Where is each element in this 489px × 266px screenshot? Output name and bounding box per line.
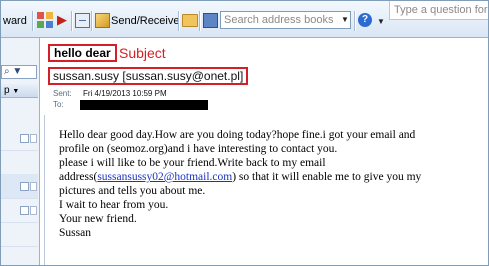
message-header: hello dear Subject sussan.susy [sussan.s… — [40, 38, 488, 112]
folder-icon[interactable] — [182, 14, 198, 27]
body-line: Sussan — [59, 227, 91, 239]
categorize-icon[interactable] — [37, 12, 53, 28]
toolbar-options-icon[interactable]: ▼ — [377, 17, 385, 26]
rules-icon[interactable] — [75, 13, 90, 28]
body-line: please i will like to be your friend.Wri… — [59, 157, 326, 169]
list-item[interactable] — [1, 174, 38, 199]
message-list-pane: ⌕ ▼ p ▼ — [1, 38, 40, 265]
flag-icon[interactable] — [30, 134, 37, 143]
toolbar-separator — [178, 11, 180, 31]
body-line: pictures and tells you about me. — [59, 185, 206, 197]
message-subject: hello dear — [54, 46, 111, 60]
body-line: address(sussansussy02@hotmail.com) so th… — [59, 170, 479, 184]
flag-icon[interactable] — [30, 206, 37, 215]
email-link[interactable]: sussansussy02@hotmail.com — [97, 171, 232, 183]
address-book-icon[interactable] — [203, 13, 218, 28]
help-icon[interactable]: ? — [358, 13, 372, 27]
arrange-by-label: p — [4, 85, 10, 96]
checkbox-icon[interactable] — [20, 206, 29, 215]
body-line: profile on (seomoz.org)and i have intere… — [59, 143, 338, 155]
body-line: Hello dear good day.How are you doing to… — [59, 129, 416, 141]
flag-icon[interactable]: ▶ — [54, 12, 70, 28]
message-body: Hello dear good day.How are you doing to… — [59, 128, 479, 240]
address-book-search-input[interactable]: Search address books — [220, 11, 351, 29]
checkbox-icon[interactable] — [20, 182, 29, 191]
recipient-redacted — [80, 100, 208, 110]
forward-button[interactable]: ward — [3, 13, 27, 29]
sender-highlight: sussan.susy [sussan.susy@onet.pl] — [48, 67, 249, 85]
subject-annotation: Subject — [119, 45, 166, 61]
body-line: I wait to hear from you. — [59, 199, 169, 211]
toolbar-separator — [91, 11, 93, 31]
help-question-input[interactable]: Type a question for help — [389, 1, 488, 20]
subject-highlight: hello dear — [48, 44, 117, 62]
send-receive-icon[interactable] — [95, 13, 110, 28]
toolbar-separator — [199, 11, 201, 31]
sent-value: Fri 4/19/2013 10:59 PM — [83, 89, 167, 98]
arrange-by-header[interactable]: p ▼ — [1, 84, 38, 98]
list-item[interactable] — [1, 198, 38, 223]
reading-pane-body: Hello dear good day.How are you doing to… — [44, 115, 488, 265]
message-sender[interactable]: sussan.susy [sussan.susy@onet.pl] — [53, 69, 243, 83]
to-label: To: — [53, 100, 64, 109]
body-line: Your new friend. — [59, 213, 137, 225]
list-item[interactable] — [1, 222, 38, 247]
list-item[interactable] — [1, 150, 38, 175]
toolbar-separator — [32, 11, 34, 31]
body-text-fragment: ) so that it will enable me to give you … — [232, 171, 422, 183]
toolbar-separator — [354, 11, 356, 31]
list-item[interactable] — [1, 246, 38, 265]
search-dropdown-icon[interactable]: ▼ — [340, 12, 350, 28]
outlook-window: ward ▶ Send/Receive ▼ Search address boo… — [0, 0, 489, 266]
search-options-dropdown[interactable]: ⌕ ▼ — [1, 65, 37, 79]
checkbox-icon[interactable] — [20, 134, 29, 143]
body-text-fragment: address( — [59, 171, 98, 183]
toolbar: ward ▶ Send/Receive ▼ Search address boo… — [1, 1, 488, 38]
sent-label: Sent: — [53, 89, 72, 98]
arrange-dropdown-icon[interactable]: ▼ — [12, 88, 19, 95]
send-receive-label: Send/Receive — [111, 15, 180, 27]
toolbar-separator — [71, 11, 73, 31]
list-item[interactable] — [1, 126, 38, 151]
flag-icon[interactable] — [30, 182, 37, 191]
